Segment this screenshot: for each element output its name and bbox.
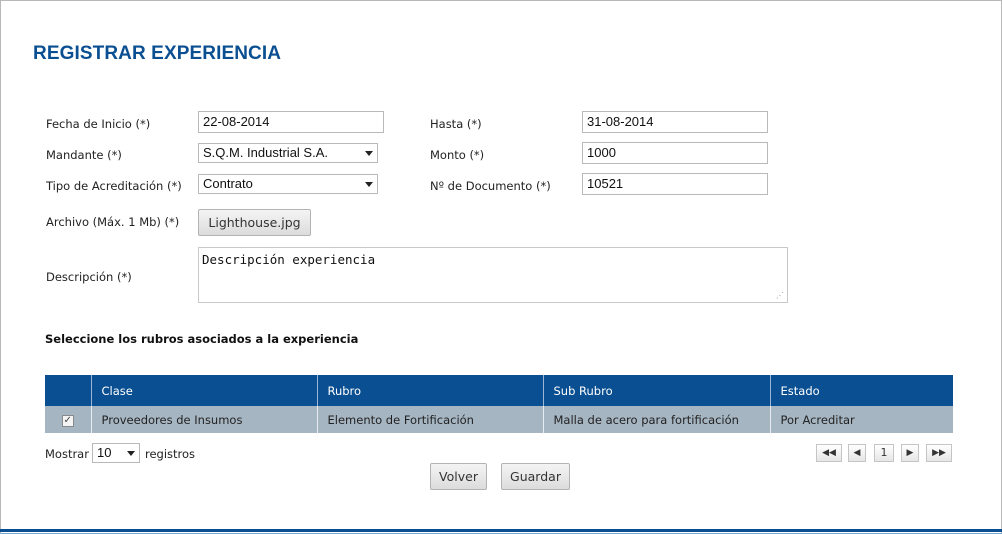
- rubros-heading: Seleccione los rubros asociados a la exp…: [45, 332, 359, 346]
- records-label: registros: [145, 447, 196, 461]
- fecha-inicio-field[interactable]: 22-08-2014: [198, 111, 384, 133]
- hasta-field[interactable]: 31-08-2014: [582, 111, 768, 133]
- rubros-table: Clase Rubro Sub Rubro Estado ✓ Proveedor…: [45, 375, 953, 433]
- descripcion-textarea[interactable]: Descripción experiencia ⋰: [198, 247, 788, 303]
- column-header-clase[interactable]: Clase: [91, 375, 318, 406]
- mandante-selected-value: S.Q.M. Industrial S.A.: [203, 145, 328, 160]
- show-label: Mostrar: [45, 447, 89, 461]
- prev-page-button[interactable]: ◀: [848, 444, 866, 462]
- table-header-row: Clase Rubro Sub Rubro Estado: [45, 375, 953, 406]
- resize-grip-icon[interactable]: ⋰: [776, 292, 784, 300]
- first-page-button[interactable]: ◀◀: [816, 444, 842, 462]
- save-button[interactable]: Guardar: [501, 463, 570, 490]
- fecha-inicio-label: Fecha de Inicio (*): [46, 117, 151, 131]
- descripcion-label: Descripción (*): [46, 270, 132, 284]
- page-size-value: 10: [97, 445, 112, 460]
- chevron-down-icon: [127, 451, 135, 456]
- mandante-select[interactable]: S.Q.M. Industrial S.A.: [198, 143, 378, 163]
- cell-rubro: Elemento de Fortificación: [317, 406, 544, 433]
- column-header-estado[interactable]: Estado: [770, 375, 953, 406]
- descripcion-value: Descripción experiencia: [202, 252, 376, 267]
- cell-sub-rubro: Malla de acero para fortificación: [543, 406, 771, 433]
- page-size-select[interactable]: 10: [92, 443, 140, 463]
- chevron-down-icon: [365, 151, 373, 156]
- row-select-cell: ✓: [45, 406, 92, 433]
- documento-field[interactable]: 10521: [582, 173, 768, 195]
- column-header-select: [45, 375, 92, 406]
- tipo-acreditacion-selected-value: Contrato: [203, 176, 253, 191]
- mandante-label: Mandante (*): [46, 148, 122, 162]
- cell-clase: Proveedores de Insumos: [91, 406, 318, 433]
- archivo-label: Archivo (Máx. 1 Mb) (*): [46, 215, 180, 229]
- monto-label: Monto (*): [430, 148, 485, 162]
- cell-estado: Por Acreditar: [770, 406, 953, 433]
- row-checkbox[interactable]: ✓: [61, 415, 74, 427]
- tipo-acreditacion-select[interactable]: Contrato: [198, 174, 378, 194]
- page-number-button[interactable]: 1: [874, 444, 894, 462]
- documento-label: Nº de Documento (*): [430, 179, 551, 193]
- column-header-rubro[interactable]: Rubro: [317, 375, 544, 406]
- table-row: ✓ Proveedores de Insumos Elemento de For…: [45, 406, 953, 433]
- footer-divider: [0, 529, 1002, 534]
- monto-field[interactable]: 1000: [582, 142, 768, 164]
- back-button[interactable]: Volver: [430, 463, 487, 490]
- file-upload-button[interactable]: Lighthouse.jpg: [198, 209, 311, 236]
- hasta-label: Hasta (*): [430, 117, 482, 131]
- tipo-acreditacion-label: Tipo de Acreditación (*): [46, 179, 182, 193]
- last-page-button[interactable]: ▶▶: [926, 444, 952, 462]
- page-title: REGISTRAR EXPERIENCIA: [33, 43, 282, 64]
- chevron-down-icon: [365, 182, 373, 187]
- column-header-sub-rubro[interactable]: Sub Rubro: [543, 375, 771, 406]
- next-page-button[interactable]: ▶: [901, 444, 919, 462]
